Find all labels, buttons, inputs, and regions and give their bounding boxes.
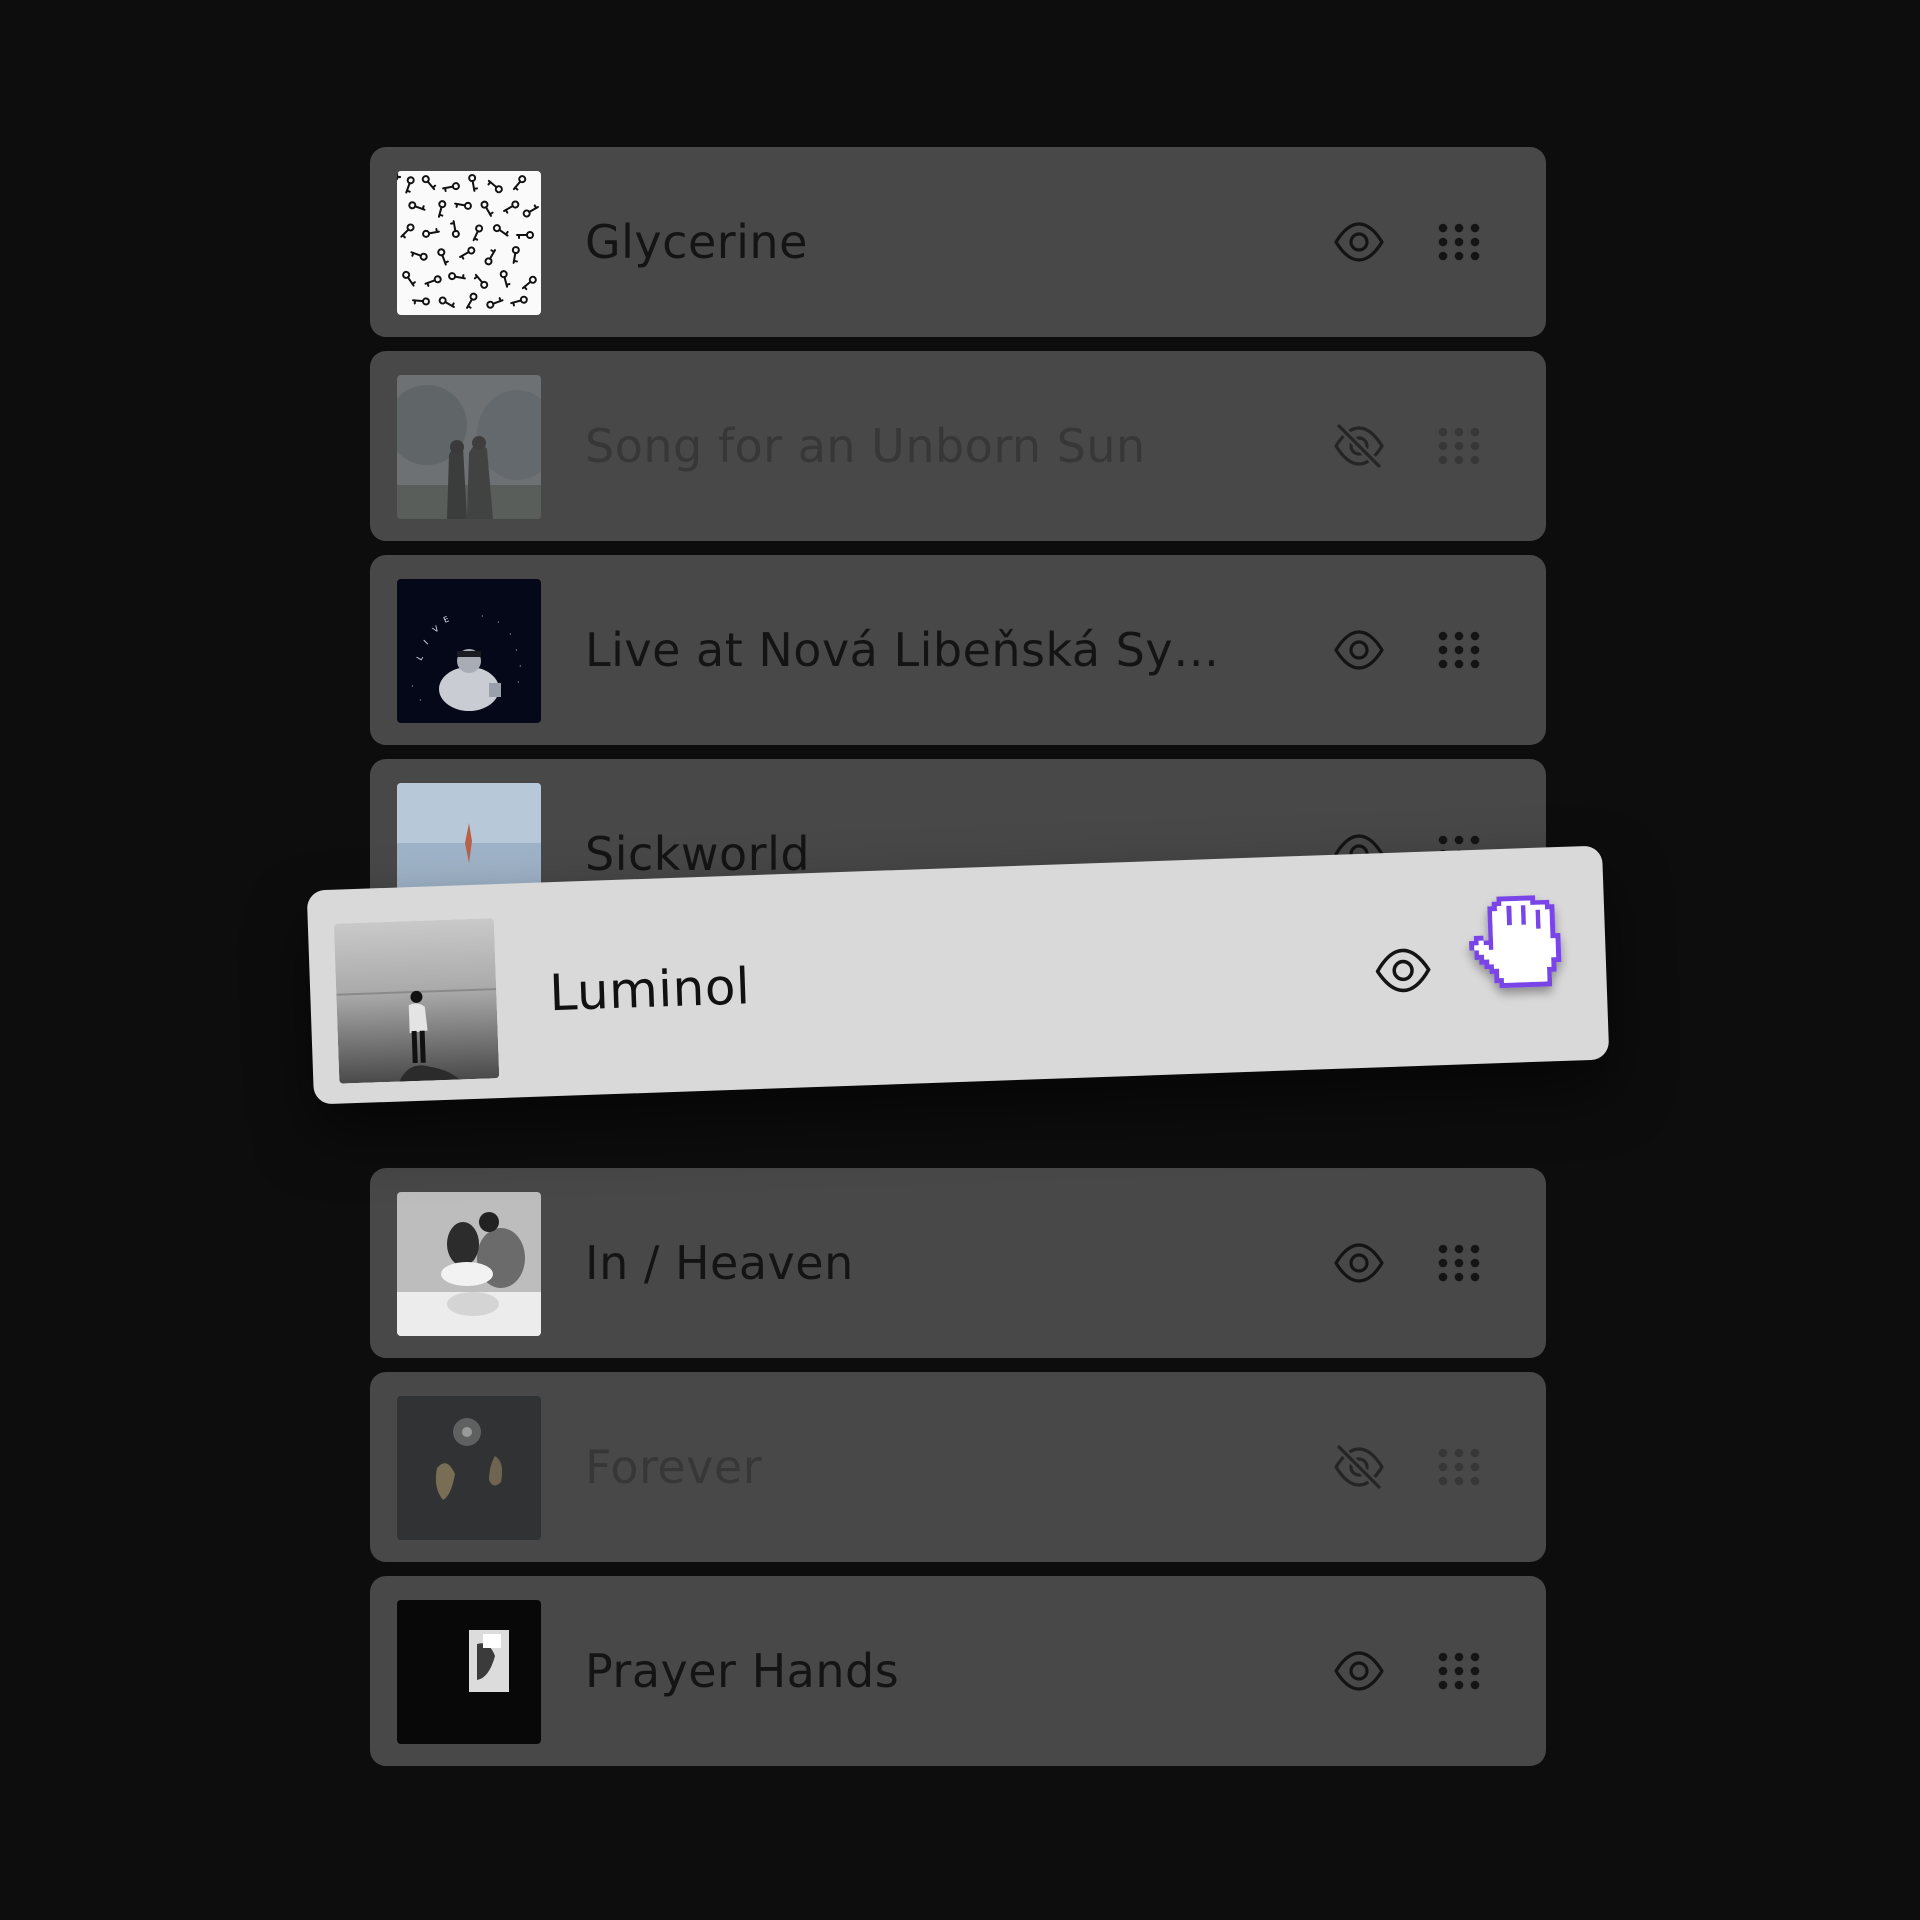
- svg-text:·: ·: [517, 678, 520, 687]
- svg-text:·: ·: [515, 646, 518, 655]
- svg-text:·: ·: [519, 662, 522, 671]
- album-thumbnail: L I V E · · · · · · · ·: [397, 579, 541, 723]
- eye-off-icon[interactable]: [1332, 419, 1386, 473]
- drag-handle-icon[interactable]: [1438, 426, 1480, 466]
- eye-icon[interactable]: [1332, 215, 1386, 269]
- drag-handle-icon[interactable]: [1438, 1651, 1480, 1691]
- album-thumbnail: [397, 1600, 541, 1744]
- eye-icon[interactable]: [1332, 1644, 1386, 1698]
- drag-handle-icon[interactable]: [1438, 222, 1480, 262]
- track-title: Live at Nová Libeňská Sy…: [585, 623, 1220, 677]
- grab-hand-icon: [1469, 895, 1562, 988]
- svg-text:·: ·: [411, 682, 414, 691]
- track-row-song-for-an-unborn-sun[interactable]: Song for an Unborn Sun: [370, 351, 1546, 541]
- dragging-track-row-luminol[interactable]: Luminol: [306, 845, 1610, 1105]
- svg-text:·: ·: [497, 618, 500, 627]
- track-title: Luminol: [548, 957, 752, 1023]
- album-thumbnail: [333, 918, 500, 1084]
- drag-handle-icon[interactable]: [1438, 630, 1480, 670]
- album-thumbnail: [397, 171, 541, 315]
- track-row-in-heaven[interactable]: In / Heaven: [370, 1168, 1546, 1358]
- eye-icon[interactable]: [1332, 1236, 1386, 1290]
- eye-icon[interactable]: [1372, 939, 1434, 1001]
- album-thumbnail: [397, 1192, 541, 1336]
- svg-text:·: ·: [419, 696, 422, 705]
- eye-off-icon[interactable]: [1332, 1440, 1386, 1494]
- drag-handle-icon[interactable]: [1438, 1243, 1480, 1283]
- track-row-glycerine[interactable]: Glycerine: [370, 147, 1546, 337]
- track-title: Forever: [585, 1440, 763, 1494]
- album-thumbnail: [397, 1396, 541, 1540]
- drag-handle-icon[interactable]: [1438, 1447, 1480, 1487]
- svg-text:·: ·: [481, 612, 484, 621]
- track-row-forever[interactable]: Forever: [370, 1372, 1546, 1562]
- track-title: Prayer Hands: [585, 1644, 900, 1698]
- track-title: Glycerine: [585, 215, 808, 269]
- album-thumbnail: [397, 375, 541, 519]
- track-row-prayer-hands[interactable]: Prayer Hands: [370, 1576, 1546, 1766]
- svg-text:·: ·: [509, 630, 512, 639]
- track-title: Song for an Unborn Sun: [585, 419, 1146, 473]
- track-title: In / Heaven: [585, 1236, 854, 1290]
- eye-icon[interactable]: [1332, 623, 1386, 677]
- track-row-live-at-nova-libenska[interactable]: L I V E · · · · · · · · Live at Nová Libeňsk…: [370, 555, 1546, 745]
